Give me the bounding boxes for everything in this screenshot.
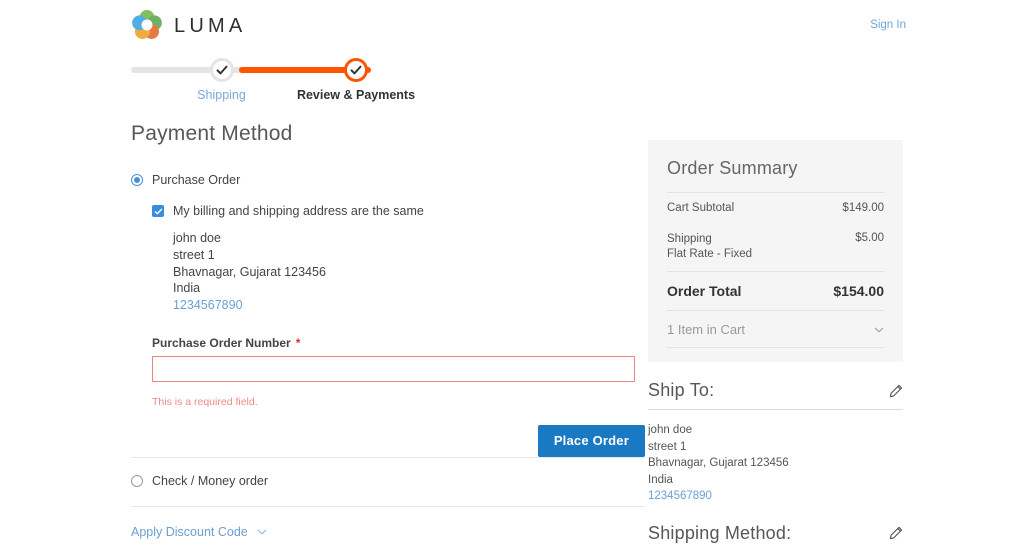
po-number-field-block: Purchase Order Number * This is a requir…: [152, 336, 645, 408]
checkout-page: LUMA Sign In Shipping Review & Payments: [0, 0, 1024, 551]
cart-items-toggle[interactable]: 1 Item in Cart: [667, 311, 884, 347]
progress-step-review-payments: Review & Payments: [276, 58, 436, 103]
billing-address-phone[interactable]: 1234567890: [173, 297, 645, 314]
pencil-icon[interactable]: [889, 384, 903, 398]
payment-option-check-money-order[interactable]: Check / Money order: [131, 474, 645, 488]
payment-option-label: Check / Money order: [152, 473, 269, 488]
po-number-error: This is a required field.: [152, 395, 258, 408]
pencil-icon[interactable]: [889, 526, 903, 540]
radio-purchase-order[interactable]: [131, 174, 143, 186]
shipping-method-header: Shipping Method:: [648, 523, 903, 551]
payment-method-section: Payment Method Purchase Order My billing…: [131, 122, 645, 541]
ship-to-block: Ship To: john doe street 1 Bhavnagar, Gu…: [648, 380, 903, 505]
ship-to-street: street 1: [648, 440, 687, 453]
summary-row-label: Shipping: [667, 233, 712, 245]
sign-in-link[interactable]: Sign In: [870, 19, 906, 31]
required-asterisk: *: [295, 335, 301, 350]
shipping-method-title: Shipping Method:: [648, 522, 792, 543]
cart-items-label: 1 Item in Cart: [667, 322, 746, 337]
order-total-value: $154.00: [833, 283, 884, 299]
order-total-label: Order Total: [667, 283, 742, 299]
po-number-label: Purchase Order Number *: [152, 336, 645, 350]
ship-to-name: john doe: [648, 424, 693, 436]
checkbox-billing-same[interactable]: [152, 205, 164, 217]
check-icon: [350, 65, 362, 75]
summary-row-label: Cart Subtotal: [667, 202, 735, 214]
ship-to-address: john doe street 1 Bhavnagar, Gujarat 123…: [648, 410, 903, 505]
billing-address-city: Bhavnagar, Gujarat 123456: [173, 264, 326, 279]
billing-address-country: India: [173, 281, 201, 296]
chevron-down-icon: [874, 327, 884, 332]
po-number-label-text: Purchase Order Number: [152, 335, 291, 350]
place-order-row: Place Order: [152, 424, 645, 457]
apply-discount-code-label: Apply Discount Code: [131, 524, 248, 539]
chevron-down-icon: [257, 529, 267, 535]
page-title: Payment Method: [131, 122, 293, 145]
billing-address-name: john doe: [173, 231, 221, 245]
po-number-input[interactable]: [152, 355, 635, 382]
ship-to-header: Ship To:: [648, 380, 903, 409]
payment-option-purchase-order[interactable]: Purchase Order: [131, 173, 645, 187]
discount-section: Apply Discount Code: [131, 507, 645, 541]
billing-address-street: street 1: [173, 247, 215, 262]
check-icon: [154, 208, 162, 214]
summary-row-value: $5.00: [855, 232, 884, 244]
radio-check-money-order[interactable]: [131, 474, 143, 487]
apply-discount-code-toggle[interactable]: Apply Discount Code: [131, 525, 267, 539]
page-header: LUMA Sign In: [0, 0, 1024, 50]
payment-option-check-money-order-wrap: Check / Money order: [131, 458, 645, 488]
billing-address: john doe street 1 Bhavnagar, Gujarat 123…: [173, 230, 645, 314]
summary-row-sublabel: Flat Rate - Fixed: [667, 248, 752, 260]
place-order-button[interactable]: Place Order: [537, 424, 645, 457]
billing-same-label: My billing and shipping address are the …: [173, 204, 424, 218]
ship-to-city: Bhavnagar, Gujarat 123456: [648, 457, 789, 469]
progress-step-shipping[interactable]: Shipping: [169, 58, 274, 103]
shipping-method-block: Shipping Method: Flat Rate - Fixed: [648, 523, 903, 551]
order-summary-title: Order Summary: [667, 158, 798, 178]
order-summary-panel: Order Summary Cart Subtotal $149.00 Ship…: [648, 140, 903, 362]
ship-to-phone[interactable]: 1234567890: [648, 488, 903, 505]
logo-wordmark: LUMA: [174, 15, 247, 37]
summary-row-shipping: Shipping Flat Rate - Fixed $5.00: [667, 223, 884, 271]
step-bullet-review-payments: [344, 58, 368, 82]
site-logo[interactable]: LUMA: [131, 10, 246, 42]
summary-row-value: $149.00: [842, 202, 884, 214]
payment-option-label: Purchase Order: [152, 173, 241, 187]
purchase-order-body: My billing and shipping address are the …: [152, 204, 645, 457]
luma-ring-logo-icon: [132, 10, 162, 39]
step-label-review-payments: Review & Payments: [296, 88, 416, 102]
step-bullet-shipping: [209, 58, 234, 82]
step-label-shipping[interactable]: Shipping: [169, 88, 274, 103]
checkout-sidebar: Order Summary Cart Subtotal $149.00 Ship…: [648, 140, 903, 551]
billing-same-row[interactable]: My billing and shipping address are the …: [152, 204, 645, 218]
summary-row-label-group: Shipping Flat Rate - Fixed: [667, 232, 752, 262]
ship-to-title: Ship To:: [648, 380, 715, 400]
summary-divider: [667, 347, 884, 348]
summary-row-cart-subtotal: Cart Subtotal $149.00: [667, 193, 884, 223]
checkout-progress-bar: Shipping Review & Payments: [131, 58, 415, 103]
ship-to-country: India: [648, 473, 673, 486]
check-icon: [216, 65, 227, 75]
summary-row-order-total: Order Total $154.00: [667, 272, 884, 310]
